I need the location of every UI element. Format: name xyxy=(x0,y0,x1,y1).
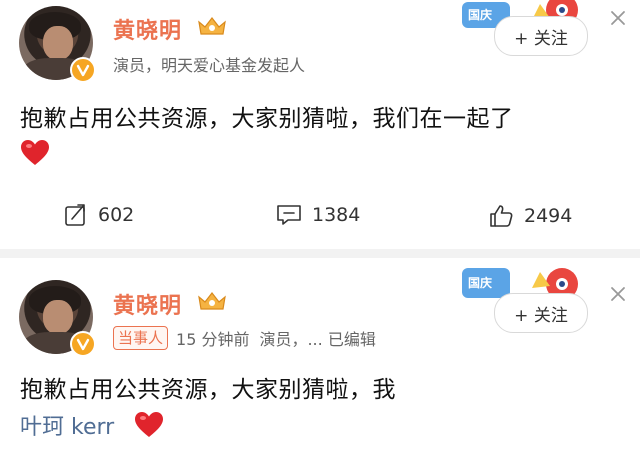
comment-count: 1384 xyxy=(312,204,361,226)
red-heart-icon xyxy=(135,412,163,437)
author-bio: 演员，明天爱心基金发起人 xyxy=(113,56,306,75)
share-icon xyxy=(65,204,85,226)
crown-badge-icon xyxy=(198,17,226,35)
post-meta: 当事人 15 分钟前 演员，... 已编辑 xyxy=(113,326,376,350)
action-bar: 602 1384 2494 xyxy=(0,203,640,233)
crown-badge-icon xyxy=(198,292,226,310)
close-icon[interactable] xyxy=(608,8,628,28)
follow-button[interactable]: + 关注 xyxy=(494,293,588,333)
follow-button[interactable]: + 关注 xyxy=(494,16,588,56)
like-count: 2494 xyxy=(524,205,573,227)
thumbs-up-icon xyxy=(490,205,513,227)
weibo-post-1: 黄晓明 演员，明天爱心基金发起人 国庆 + 关注 抱歉占用公共资源，大家别猜啦，… xyxy=(0,0,640,249)
author-bio: 演员，... 已编辑 xyxy=(259,330,376,349)
red-heart-icon xyxy=(21,140,49,165)
svg-text:国庆: 国庆 xyxy=(468,7,492,22)
verified-v-icon xyxy=(70,331,96,357)
close-icon[interactable] xyxy=(608,284,628,304)
verified-v-icon xyxy=(70,57,96,83)
author-name[interactable]: 黄晓明 xyxy=(113,288,182,320)
post-divider xyxy=(0,249,640,258)
share-count: 602 xyxy=(98,204,135,226)
like-button[interactable]: 2494 xyxy=(488,203,572,229)
post-time: 15 分钟前 xyxy=(176,330,250,349)
author-name[interactable]: 黄晓明 xyxy=(113,13,182,45)
party-tag: 当事人 xyxy=(113,326,169,350)
post-content: 抱歉占用公共资源，大家别猜啦，我 xyxy=(20,377,396,403)
post-content: 抱歉占用公共资源，大家别猜啦，我们在一起了 xyxy=(20,106,514,132)
svg-text:国庆: 国庆 xyxy=(468,275,492,290)
comment-button[interactable]: 1384 xyxy=(276,203,360,227)
share-button[interactable]: 602 xyxy=(64,203,134,227)
comment-icon xyxy=(277,205,301,225)
mention-link[interactable]: 叶珂 kerr xyxy=(20,409,114,441)
